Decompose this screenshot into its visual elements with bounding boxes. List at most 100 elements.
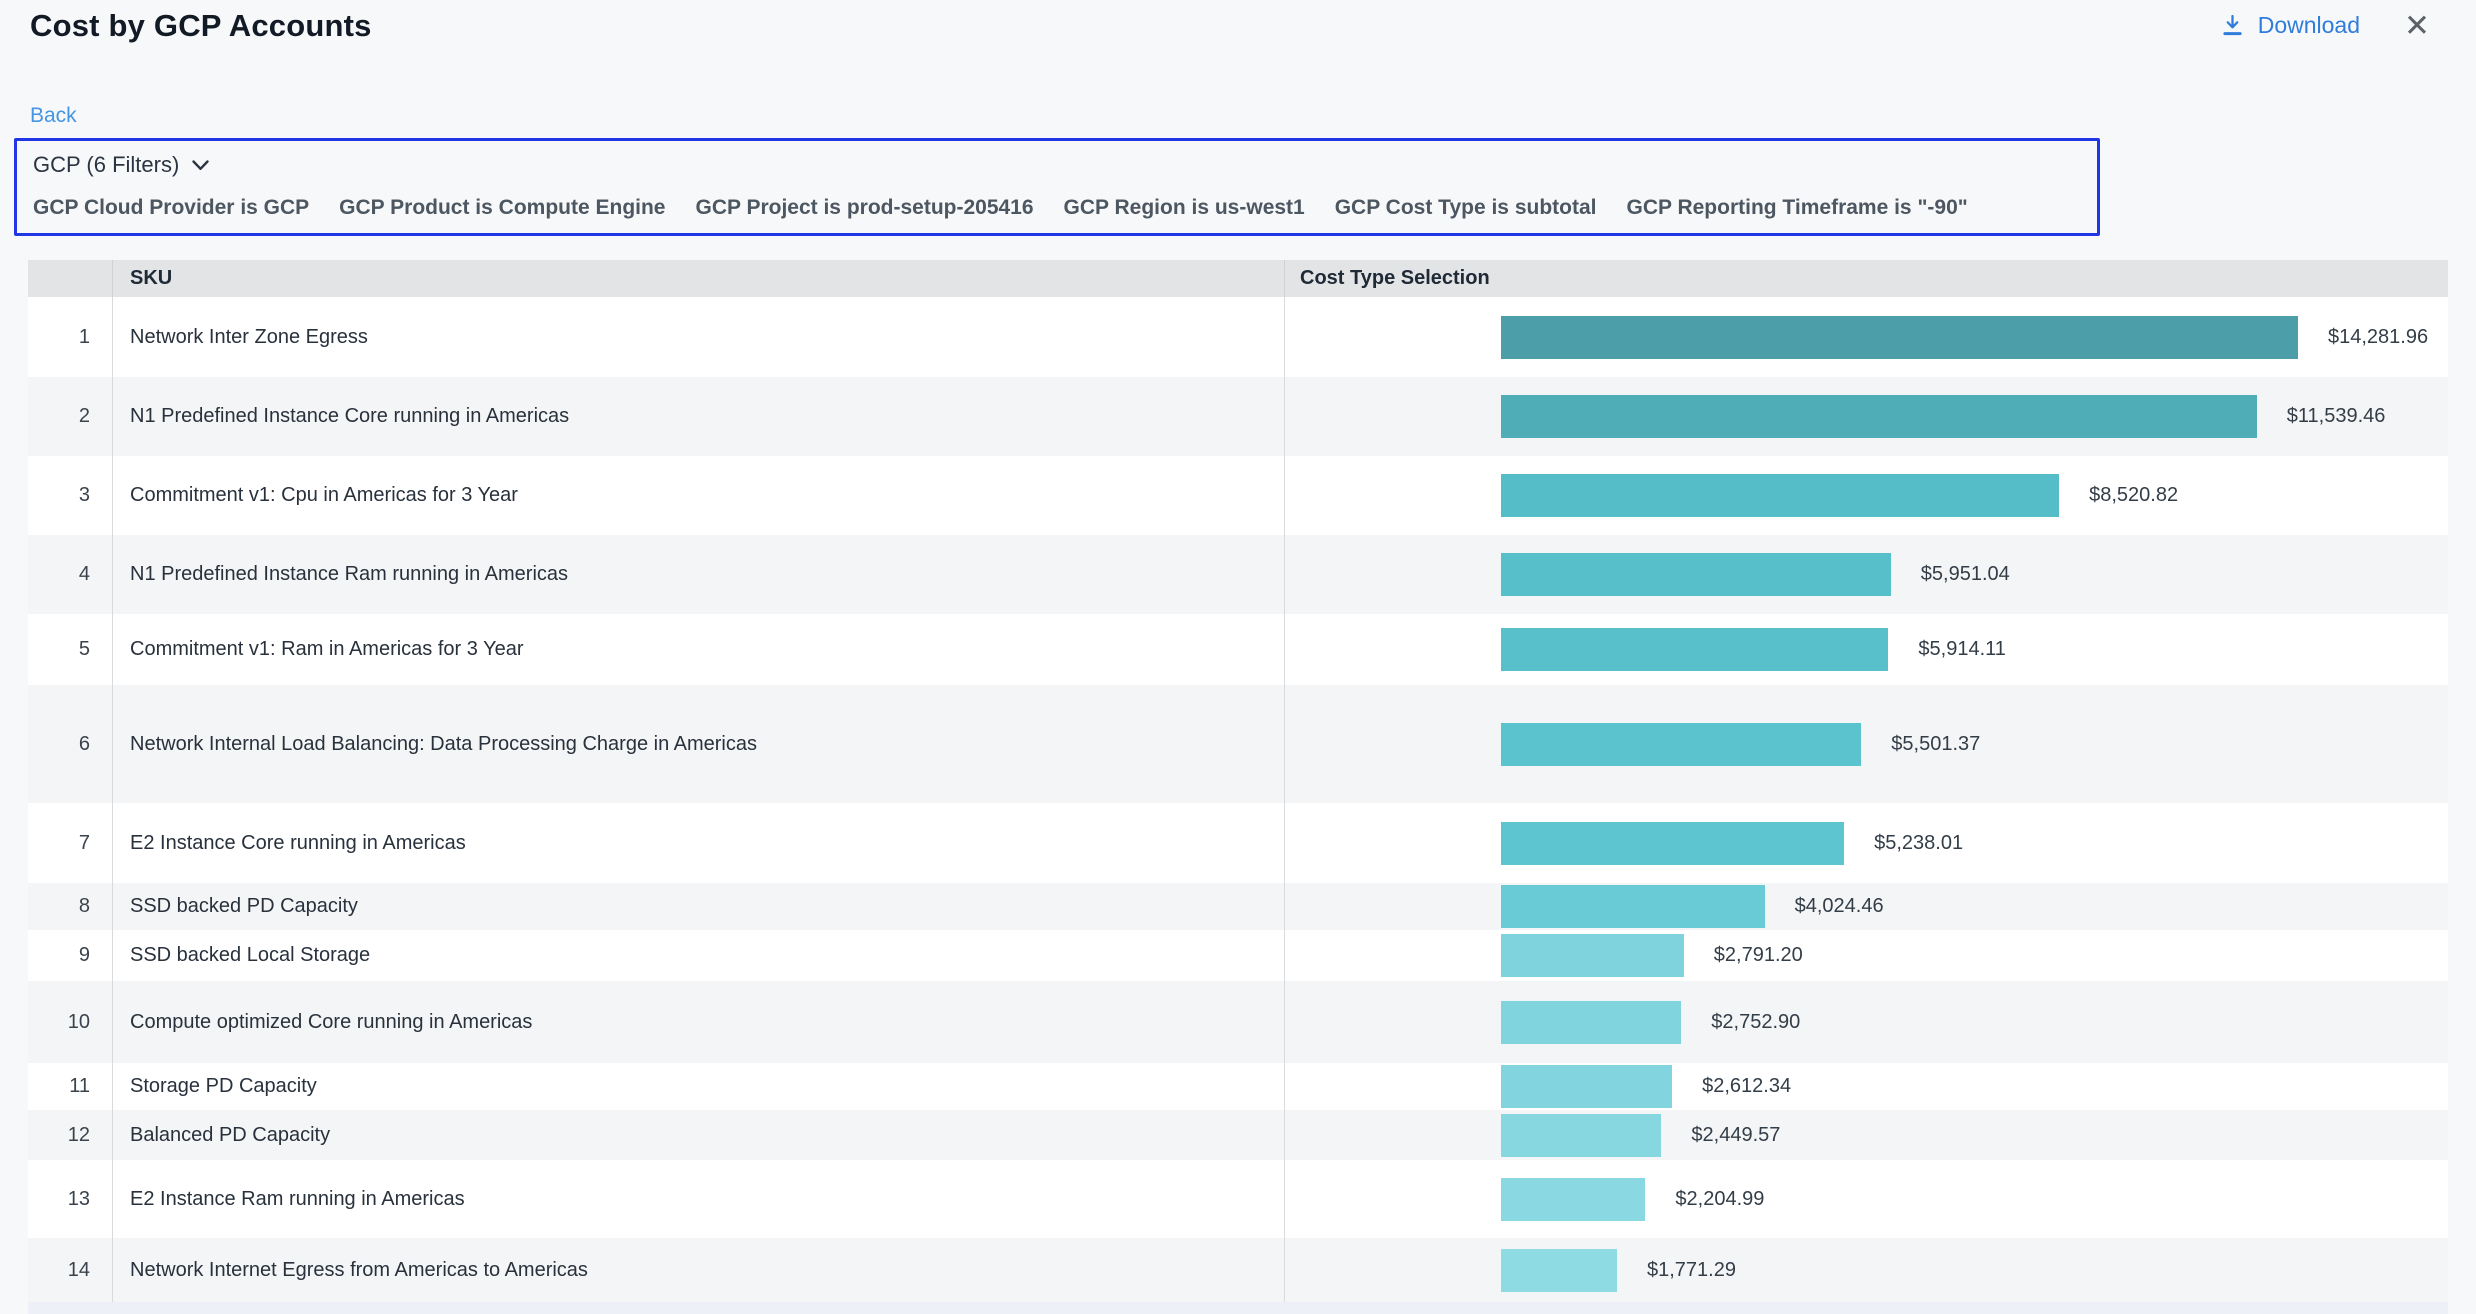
chevron-down-icon	[191, 159, 210, 172]
table-bottom-strip	[28, 1302, 2448, 1314]
filter-chip: GCP Cost Type is subtotal	[1335, 196, 1597, 220]
row-index: 5	[28, 614, 113, 685]
cost-bar-cell: $11,539.46	[1285, 377, 2448, 456]
filter-panel: GCP (6 Filters) GCP Cloud Provider is GC…	[14, 138, 2100, 236]
filter-chip: GCP Cloud Provider is GCP	[33, 196, 309, 220]
table-row[interactable]: 3Commitment v1: Cpu in Americas for 3 Ye…	[28, 456, 2448, 535]
filter-chip: GCP Project is prod-setup-205416	[695, 196, 1033, 220]
filters-summary-label: GCP (6 Filters)	[33, 152, 179, 178]
row-index: 12	[28, 1110, 113, 1160]
table-row[interactable]: 5Commitment v1: Ram in Americas for 3 Ye…	[28, 614, 2448, 685]
cost-bar-cell: $5,501.37	[1285, 685, 2448, 803]
table-header-row: SKU Cost Type Selection	[28, 260, 2448, 297]
sku-cell: Commitment v1: Cpu in Americas for 3 Yea…	[113, 456, 1285, 535]
table-row[interactable]: 14Network Internet Egress from Americas …	[28, 1238, 2448, 1302]
cost-value: $14,281.96	[2328, 326, 2428, 349]
cost-bar[interactable]	[1501, 628, 1888, 671]
table-row[interactable]: 13E2 Instance Ram running in Americas $2,…	[28, 1160, 2448, 1238]
cost-bar-cell: $2,204.99	[1285, 1160, 2448, 1238]
cost-value: $2,204.99	[1675, 1188, 1764, 1211]
column-header-index	[28, 260, 113, 297]
cost-value: $2,612.34	[1702, 1075, 1791, 1098]
cost-bar-cell: $8,520.82	[1285, 456, 2448, 535]
cost-bar-cell: $2,449.57	[1285, 1110, 2448, 1160]
cost-bar-cell: $2,791.20	[1285, 930, 2448, 981]
row-index: 4	[28, 535, 113, 614]
close-icon[interactable]: ✕	[2404, 10, 2430, 41]
table-body: 1Network Inter Zone Egress $14,281.96 2N1 …	[28, 297, 2448, 1302]
sku-cell: Storage PD Capacity	[113, 1063, 1285, 1110]
download-label: Download	[2258, 12, 2360, 39]
cost-bar[interactable]	[1501, 934, 1684, 977]
cost-bar-cell: $5,914.11	[1285, 614, 2448, 685]
filter-chip: GCP Reporting Timeframe is "-90"	[1626, 196, 1967, 220]
sku-cell: SSD backed PD Capacity	[113, 883, 1285, 930]
row-index: 7	[28, 803, 113, 883]
cost-bar[interactable]	[1501, 474, 2059, 517]
cost-value: $5,238.01	[1874, 832, 1963, 855]
cost-value: $5,951.04	[1921, 563, 2010, 586]
table-row[interactable]: 1Network Inter Zone Egress $14,281.96	[28, 297, 2448, 377]
table-row[interactable]: 4N1 Predefined Instance Ram running in A…	[28, 535, 2448, 614]
filter-chip-list: GCP Cloud Provider is GCP GCP Product is …	[33, 196, 2081, 220]
row-index: 2	[28, 377, 113, 456]
table-row[interactable]: 11Storage PD Capacity$2,612.34	[28, 1063, 2448, 1110]
row-index: 3	[28, 456, 113, 535]
sku-cell: Commitment v1: Ram in Americas for 3 Yea…	[113, 614, 1285, 685]
cost-value: $5,501.37	[1891, 733, 1980, 756]
table-row[interactable]: 2N1 Predefined Instance Core running in …	[28, 377, 2448, 456]
cost-bar[interactable]	[1501, 553, 1891, 596]
sku-cell: N1 Predefined Instance Ram running in Am…	[113, 535, 1285, 614]
header-actions: Download ✕	[2219, 10, 2430, 41]
table-row[interactable]: 6Network Internal Load Balancing: Data P…	[28, 685, 2448, 803]
cost-bar[interactable]	[1501, 395, 2257, 438]
cost-bar[interactable]	[1501, 1249, 1617, 1292]
sku-cell: SSD backed Local Storage	[113, 930, 1285, 981]
cost-bar[interactable]	[1501, 1065, 1672, 1108]
back-link[interactable]: Back	[30, 104, 77, 128]
table-row[interactable]: 8SSD backed PD Capacity$4,024.46	[28, 883, 2448, 930]
cost-value: $2,791.20	[1714, 944, 1803, 967]
table-row[interactable]: 9SSD backed Local Storage $2,791.20	[28, 930, 2448, 981]
cost-table: SKU Cost Type Selection 1Network Inter Z…	[28, 260, 2448, 1314]
row-index: 9	[28, 930, 113, 981]
cost-bar-cell: $5,238.01	[1285, 803, 2448, 883]
sku-cell: Balanced PD Capacity	[113, 1110, 1285, 1160]
filter-chip: GCP Region is us-west1	[1064, 196, 1305, 220]
cost-value: $8,520.82	[2089, 484, 2178, 507]
cost-bar[interactable]	[1501, 822, 1844, 865]
download-button[interactable]: Download	[2219, 12, 2360, 39]
cost-value: $1,771.29	[1647, 1259, 1736, 1282]
cost-bar[interactable]	[1501, 1114, 1661, 1157]
sku-cell: E2 Instance Core running in Americas	[113, 803, 1285, 883]
cost-bar-cell: $2,612.34	[1285, 1063, 2448, 1110]
row-index: 1	[28, 297, 113, 377]
cost-bar[interactable]	[1501, 316, 2298, 359]
sku-cell: E2 Instance Ram running in Americas	[113, 1160, 1285, 1238]
row-index: 10	[28, 981, 113, 1063]
sku-cell: Network Internal Load Balancing: Data Pr…	[113, 685, 1285, 803]
row-index: 13	[28, 1160, 113, 1238]
cost-bar-cell: $5,951.04	[1285, 535, 2448, 614]
cost-bar[interactable]	[1501, 1178, 1645, 1221]
column-header-sku: SKU	[113, 260, 1285, 297]
page-title: Cost by GCP Accounts	[30, 8, 372, 44]
cost-value: $11,539.46	[2287, 405, 2386, 428]
column-header-cost-type-selection: Cost Type Selection	[1285, 260, 2448, 297]
table-row[interactable]: 7E2 Instance Core running in Americas $5,…	[28, 803, 2448, 883]
filter-chip: GCP Product is Compute Engine	[339, 196, 665, 220]
cost-bar[interactable]	[1501, 1001, 1681, 1044]
cost-bar-cell: $14,281.96	[1285, 297, 2448, 377]
cost-bar[interactable]	[1501, 885, 1765, 928]
table-row[interactable]: 12Balanced PD Capacity $2,449.57	[28, 1110, 2448, 1160]
filters-dropdown-toggle[interactable]: GCP (6 Filters)	[33, 152, 210, 178]
cost-value: $2,449.57	[1691, 1124, 1780, 1147]
cost-value: $2,752.90	[1711, 1011, 1800, 1034]
table-row[interactable]: 10Compute optimized Core running in Amer…	[28, 981, 2448, 1063]
row-index: 6	[28, 685, 113, 803]
cost-value: $4,024.46	[1795, 895, 1884, 918]
sku-cell: Compute optimized Core running in Americ…	[113, 981, 1285, 1063]
cost-bar-cell: $2,752.90	[1285, 981, 2448, 1063]
sku-cell: Network Inter Zone Egress	[113, 297, 1285, 377]
cost-bar[interactable]	[1501, 723, 1861, 766]
